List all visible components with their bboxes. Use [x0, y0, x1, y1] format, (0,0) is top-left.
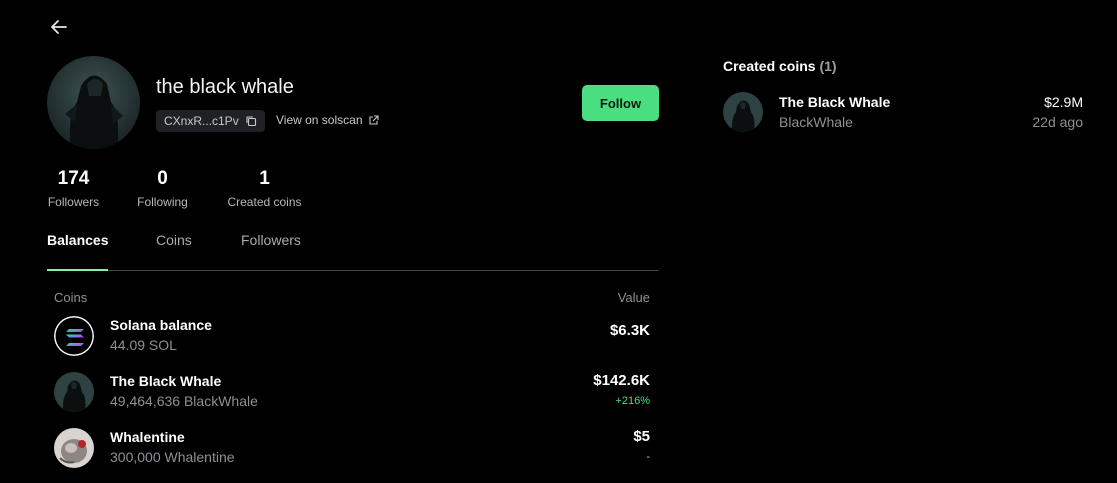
coin-amount: 300,000 Whalentine — [110, 449, 235, 465]
tab-followers[interactable]: Followers — [241, 232, 301, 248]
created-coins-heading: Created coins (1) — [723, 58, 837, 74]
coin-amount: 44.09 SOL — [110, 337, 177, 353]
coin-value: $142.6K — [593, 372, 650, 389]
solana-icon — [54, 316, 94, 356]
solscan-label: View on solscan — [276, 113, 363, 127]
arrow-left-icon — [51, 20, 67, 34]
follow-button[interactable]: Follow — [582, 85, 659, 121]
column-header-coins: Coins — [54, 290, 88, 305]
coin-change: - — [646, 451, 650, 463]
tab-coins[interactable]: Coins — [156, 232, 192, 248]
black-whale-coin-icon — [723, 92, 763, 132]
tab-balances[interactable]: Balances — [47, 232, 108, 248]
balance-row[interactable]: Solana balance 44.09 SOL $6.3K — [54, 313, 652, 357]
profile-avatar — [47, 56, 140, 149]
external-link-icon — [368, 114, 379, 125]
coin-value: $6.3K — [609, 322, 650, 339]
created-coin-market-cap: $2.9M — [1044, 94, 1083, 110]
coin-name: The Black Whale — [110, 373, 222, 389]
active-tab-indicator — [47, 269, 108, 271]
created-coin-symbol: BlackWhale — [779, 114, 853, 130]
wallet-address: CXnxR...c1Pv — [164, 114, 239, 128]
balance-row[interactable]: Whalentine 300,000 Whalentine $5 - — [54, 425, 652, 469]
copy-icon — [246, 116, 256, 127]
profile-username: the black whale — [156, 76, 294, 98]
wallet-address-copy[interactable]: CXnxR...c1Pv — [156, 110, 265, 132]
stat-following[interactable]: 0 Following — [136, 167, 189, 209]
stat-followers[interactable]: 174 Followers — [47, 167, 100, 209]
column-header-value: Value — [617, 290, 650, 305]
tabs-divider — [47, 270, 659, 271]
stat-value: 174 — [57, 168, 90, 189]
black-whale-coin-icon — [54, 372, 94, 412]
created-coin-age: 22d ago — [1032, 114, 1083, 130]
view-on-solscan-link[interactable]: View on solscan — [276, 113, 379, 127]
created-coins-count: (1) — [819, 58, 837, 74]
balance-row[interactable]: The Black Whale 49,464,636 BlackWhale $1… — [54, 369, 652, 413]
profile-page: the black whale CXnxR...c1Pv View on sol… — [0, 0, 1117, 483]
stat-label: Created coins — [227, 195, 302, 209]
stat-created-coins[interactable]: 1 Created coins — [225, 167, 304, 209]
coin-value: $5 — [633, 428, 650, 445]
stat-value: 1 — [259, 168, 270, 189]
coin-amount: 49,464,636 BlackWhale — [110, 393, 258, 409]
back-button[interactable] — [48, 16, 70, 38]
coin-name: Whalentine — [110, 429, 185, 445]
created-coin-item[interactable]: The Black Whale BlackWhale $2.9M 22d ago — [723, 92, 1083, 134]
stat-label: Followers — [47, 195, 100, 209]
coin-name: Solana balance — [110, 317, 212, 333]
whalentine-coin-icon — [54, 428, 94, 468]
stat-label: Following — [137, 195, 188, 209]
created-coin-name: The Black Whale — [779, 94, 891, 110]
created-coins-title: Created coins — [723, 58, 816, 74]
coin-change: +216% — [615, 395, 650, 407]
stat-value: 0 — [157, 168, 168, 189]
profile-tabs: Balances Coins Followers — [47, 232, 659, 272]
